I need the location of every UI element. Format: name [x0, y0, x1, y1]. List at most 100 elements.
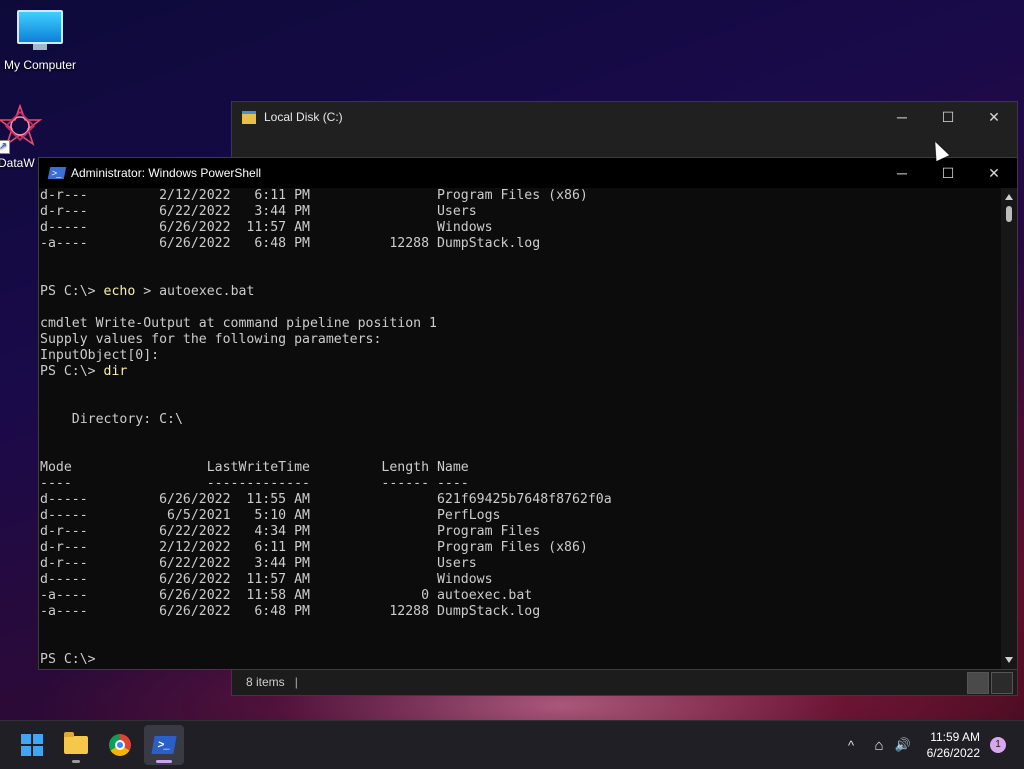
details-view-button[interactable] — [967, 672, 989, 694]
scroll-up-icon[interactable] — [1005, 194, 1013, 200]
active-indicator — [156, 760, 172, 763]
console-line: d----- 6/26/2022 11:55 AM 621f69425b7648… — [40, 492, 1001, 508]
console-output: d-r--- 2/12/2022 6:11 PM Program Files (… — [40, 188, 1001, 668]
console-line: -a---- 6/26/2022 6:48 PM 12288 DumpStack… — [40, 604, 1001, 620]
taskbar-file-explorer[interactable] — [56, 725, 96, 765]
clock-date: 6/26/2022 — [926, 746, 980, 760]
line-text: d-r--- 2/12/2022 6:11 PM Program Files (… — [40, 188, 588, 203]
console-line: ​ — [40, 396, 1001, 412]
console-line: Mode LastWriteTime Length Name — [40, 460, 1001, 476]
clock-time: 11:59 AM — [930, 730, 980, 744]
maximize-button[interactable]: ☐ — [925, 158, 971, 188]
desktop-icon-label: My Computer — [3, 58, 77, 72]
line-text: d----- 6/26/2022 11:57 AM Windows — [40, 220, 493, 235]
console-line: ​ — [40, 636, 1001, 652]
status-separator: | — [294, 675, 298, 689]
console-area[interactable]: d-r--- 2/12/2022 6:11 PM Program Files (… — [39, 188, 1001, 669]
console-line: d----- 6/26/2022 11:57 AM Windows — [40, 572, 1001, 588]
console-line: d-r--- 2/12/2022 6:11 PM Program Files (… — [40, 188, 1001, 204]
line-text: InputObject[0]: — [40, 348, 160, 363]
taskbar-powershell[interactable]: >_ — [144, 725, 184, 765]
powershell-icon: >_ — [47, 167, 67, 179]
line-text: > autoexec.bat — [135, 284, 255, 299]
prompt: PS C:\> — [40, 652, 104, 667]
console-line: d-r--- 2/12/2022 6:11 PM Program Files (… — [40, 540, 1001, 556]
prompt: PS C:\> — [40, 364, 104, 379]
taskbar-chrome[interactable] — [100, 725, 140, 765]
desktop-icon-label: DataW — [0, 156, 35, 170]
console-line: d----- 6/5/2021 5:10 AM PerfLogs — [40, 508, 1001, 524]
show-hidden-icons-chevron-icon[interactable]: ^ — [842, 738, 860, 753]
console-line: InputObject[0]: — [40, 348, 1001, 364]
line-text: d-r--- 6/22/2022 4:34 PM Program Files — [40, 524, 541, 539]
powershell-title: Administrator: Windows PowerShell — [71, 166, 262, 180]
minimize-button[interactable]: ─ — [879, 158, 925, 188]
line-text: d-r--- 6/22/2022 3:44 PM Users — [40, 204, 477, 219]
line-text: d----- 6/5/2021 5:10 AM PerfLogs — [40, 508, 501, 523]
windows-logo-icon — [21, 734, 43, 756]
console-line: d-r--- 6/22/2022 4:34 PM Program Files — [40, 524, 1001, 540]
drive-icon — [242, 110, 256, 124]
folder-icon — [64, 732, 88, 754]
console-line: Supply values for the following paramete… — [40, 332, 1001, 348]
line-text: d-r--- 6/22/2022 3:44 PM Users — [40, 556, 477, 571]
line-text: -a---- 6/26/2022 11:58 AM 0 autoexec.bat — [40, 588, 533, 603]
chrome-icon — [109, 734, 131, 756]
network-icon[interactable]: ⌂ — [866, 737, 892, 754]
console-prompt-line: PS C:\> — [40, 652, 1001, 668]
monitor-icon — [17, 10, 63, 50]
console-line: -a---- 6/26/2022 11:58 AM 0 autoexec.bat — [40, 588, 1001, 604]
prompt: PS C:\> — [40, 284, 104, 299]
console-line: ​ — [40, 300, 1001, 316]
line-text: -a---- 6/26/2022 6:48 PM 12288 DumpStack… — [40, 236, 541, 251]
line-text: d-r--- 2/12/2022 6:11 PM Program Files (… — [40, 540, 588, 555]
line-text: cmdlet Write-Output at command pipeline … — [40, 316, 437, 331]
console-line: d----- 6/26/2022 11:57 AM Windows — [40, 220, 1001, 236]
line-text: d----- 6/26/2022 11:55 AM 621f69425b7648… — [40, 492, 612, 507]
console-line: -a---- 6/26/2022 6:48 PM 12288 DumpStack… — [40, 236, 1001, 252]
console-scrollbar[interactable] — [1001, 188, 1017, 669]
console-line: ​ — [40, 252, 1001, 268]
scroll-thumb[interactable] — [1006, 206, 1012, 222]
line-text: ---- ------------- ------ ---- — [40, 476, 469, 491]
console-line: ​ — [40, 444, 1001, 460]
maximize-button[interactable]: ☐ — [925, 102, 971, 132]
close-button[interactable]: ✕ — [971, 102, 1017, 132]
line-text: -a---- 6/26/2022 6:48 PM 12288 DumpStack… — [40, 604, 541, 619]
desktop-icon-datawrapper[interactable]: ↗ DataW — [0, 103, 43, 170]
minimize-button[interactable]: ─ — [879, 102, 925, 132]
console-line: ​ — [40, 268, 1001, 284]
notification-badge[interactable]: 1 — [990, 737, 1006, 753]
item-count: 8 items — [246, 675, 285, 689]
line-text: Directory: C:\ — [40, 412, 183, 427]
console-line: d-r--- 6/22/2022 3:44 PM Users — [40, 204, 1001, 220]
console-prompt-line: PS C:\> dir — [40, 364, 1001, 380]
powershell-window[interactable]: >_ Administrator: Windows PowerShell ─ ☐… — [38, 157, 1018, 670]
command: echo — [103, 284, 136, 299]
line-text: d----- 6/26/2022 11:57 AM Windows — [40, 572, 493, 587]
powershell-titlebar[interactable]: >_ Administrator: Windows PowerShell — [39, 158, 1017, 188]
running-indicator — [72, 760, 80, 763]
datawrapper-icon: ↗ — [0, 103, 43, 154]
line-text: Mode LastWriteTime Length Name — [40, 460, 469, 475]
console-line: ---- ------------- ------ ---- — [40, 476, 1001, 492]
taskbar: >_ ^ ⌂ 🔊 11:59 AM 6/26/2022 1 — [0, 720, 1024, 769]
console-line: ​ — [40, 380, 1001, 396]
console-line: cmdlet Write-Output at command pipeline … — [40, 316, 1001, 332]
start-button[interactable] — [12, 725, 52, 765]
console-line: d-r--- 6/22/2022 3:44 PM Users — [40, 556, 1001, 572]
console-line: ​ — [40, 620, 1001, 636]
tiles-view-button[interactable] — [991, 672, 1013, 694]
command: dir — [103, 364, 128, 379]
scroll-down-icon[interactable] — [1005, 657, 1013, 663]
close-button[interactable]: ✕ — [971, 158, 1017, 188]
explorer-toolbar — [232, 132, 1017, 158]
clock[interactable]: 11:59 AM 6/26/2022 — [910, 729, 980, 761]
console-prompt-line: PS C:\> echo > autoexec.bat — [40, 284, 1001, 300]
desktop-icon-my-computer[interactable]: My Computer — [0, 10, 80, 72]
powershell-icon: >_ — [151, 736, 177, 754]
line-text: Supply values for the following paramete… — [40, 332, 382, 347]
explorer-status-bar: 8 items | — [232, 669, 1017, 695]
shortcut-arrow-icon: ↗ — [0, 140, 10, 154]
explorer-title: Local Disk (C:) — [264, 110, 343, 124]
